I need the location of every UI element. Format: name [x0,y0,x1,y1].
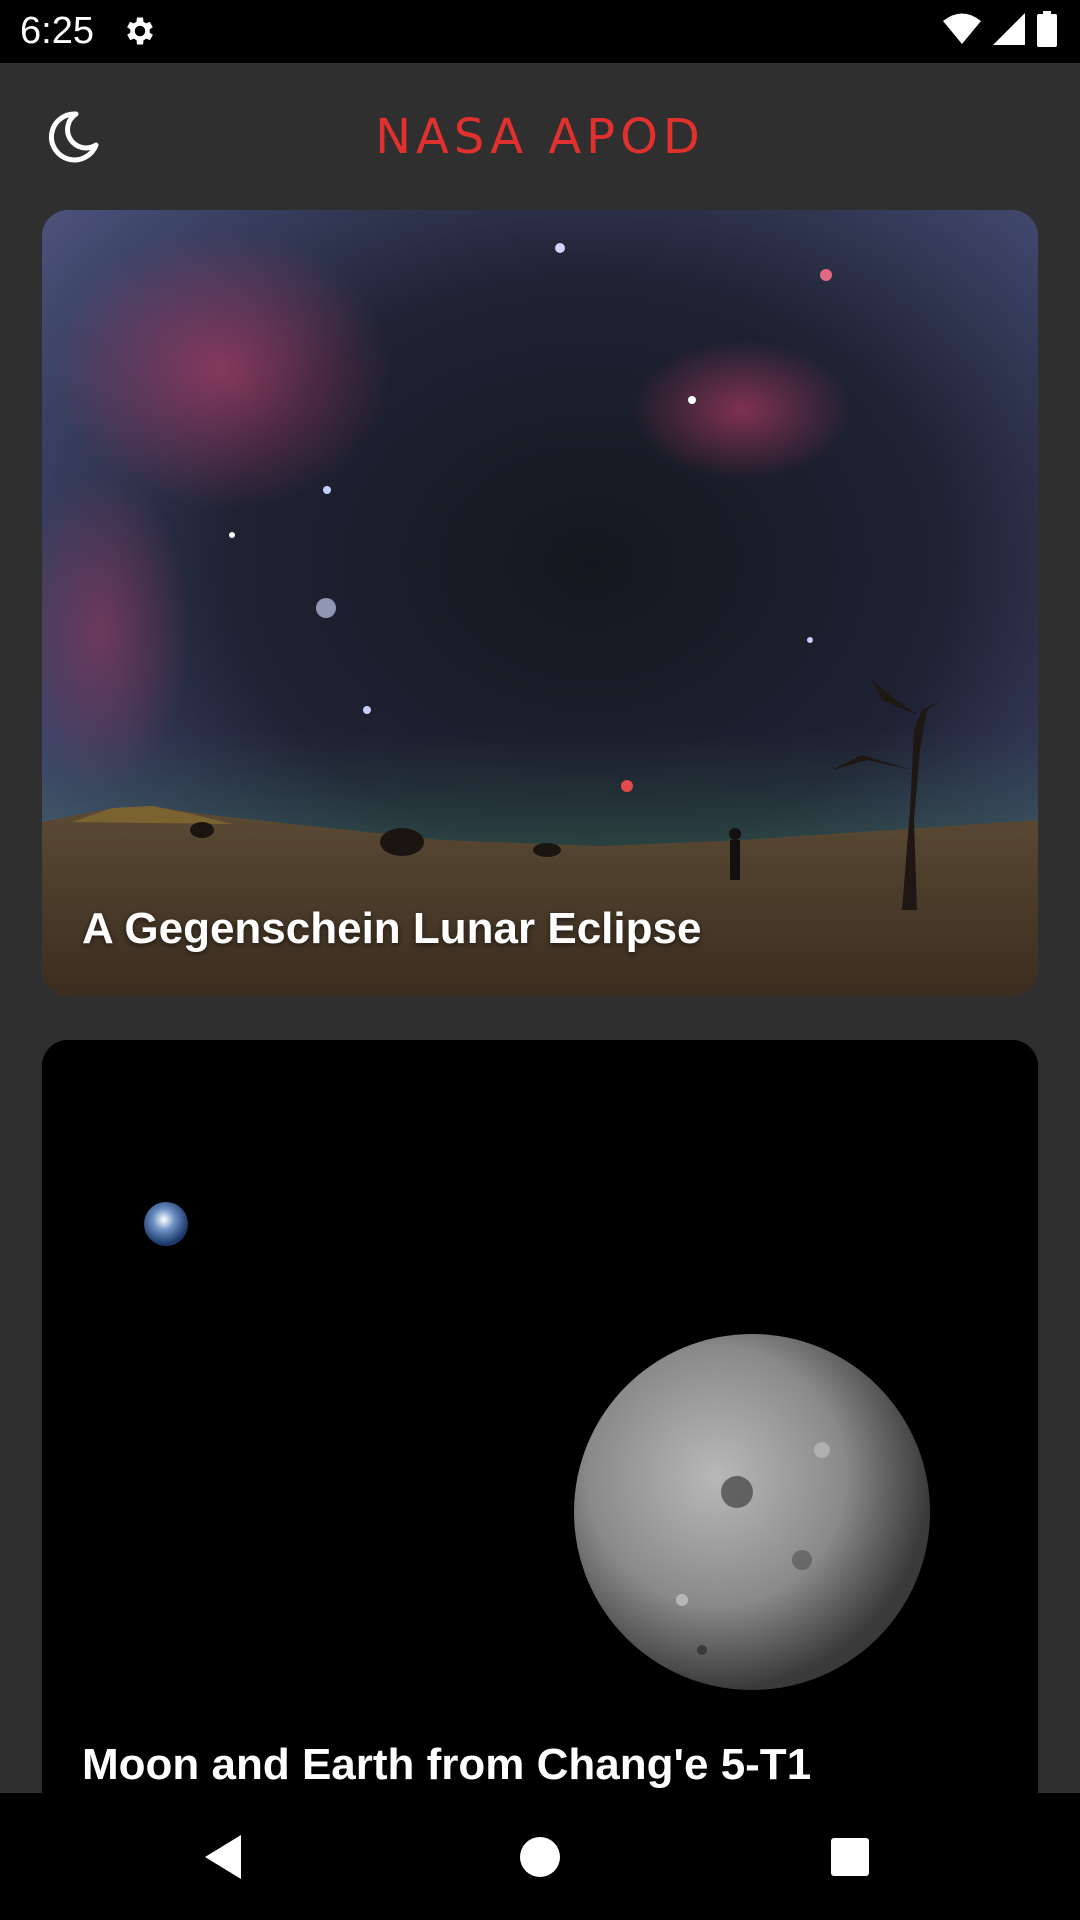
apod-image [42,1040,1038,1793]
apod-card[interactable]: Moon and Earth from Chang'e 5-T1 [42,1040,1038,1793]
status-icons [942,10,1058,52]
status-bar: 6:25 [0,0,1080,63]
apod-card-title: A Gegenschein Lunar Eclipse [82,904,702,953]
home-icon[interactable] [510,1827,570,1887]
apod-image [42,210,1038,996]
apod-card[interactable]: A Gegenschein Lunar Eclipse [42,210,1038,996]
wifi-icon [942,12,982,51]
app-title: NASA APOD [375,109,705,165]
recents-icon[interactable] [820,1827,880,1887]
navigation-bar [0,1793,1080,1920]
back-icon[interactable] [195,1827,255,1887]
app-header: NASA APOD [0,63,1080,210]
apod-card-title: Moon and Earth from Chang'e 5-T1 [82,1740,812,1789]
status-time: 6:25 [20,10,94,52]
apod-feed[interactable]: A Gegenschein Lunar Eclipse Moon and Ear… [0,210,1080,1793]
battery-icon [1036,10,1058,52]
cellular-signal-icon [992,12,1026,51]
settings-icon [122,13,158,49]
